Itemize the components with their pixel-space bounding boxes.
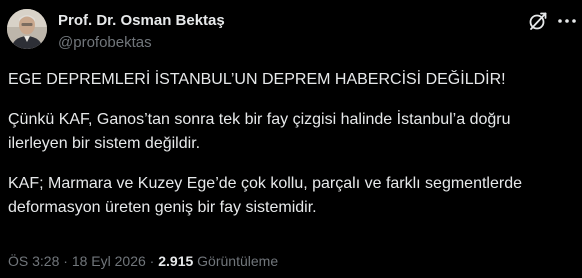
tweet-date[interactable]: 18 Eyl 2026: [72, 253, 146, 269]
author-block: Prof. Dr. Osman Bektaş @profobektas: [58, 12, 225, 52]
tweet-meta: ÖS 3:28 · 18 Eyl 2026 · 2.915 Görüntülem…: [8, 252, 278, 270]
tweet: Prof. Dr. Osman Bektaş @profobektas EGE …: [0, 0, 582, 278]
tweet-paragraph: Çünkü KAF, Ganos’tan sonra tek bir fay ç…: [8, 111, 511, 152]
tweet-paragraph-headline: EGE DEPREMLERİ İSTANBUL’UN DEPREM HABERC…: [8, 71, 506, 88]
grok-icon[interactable]: [527, 10, 549, 32]
meta-separator: ·: [149, 253, 155, 269]
views-count: 2.915: [158, 253, 194, 269]
avatar-image: [7, 9, 47, 49]
tweet-paragraph: KAF; Marmara ve Kuzey Ege’de çok kollu, …: [8, 175, 522, 216]
avatar[interactable]: [7, 9, 47, 49]
author-display-name[interactable]: Prof. Dr. Osman Bektaş: [58, 12, 225, 30]
meta-separator: ·: [63, 253, 68, 269]
more-icon[interactable]: [556, 10, 578, 32]
views-label: Görüntüleme: [197, 253, 279, 269]
tweet-time[interactable]: ÖS 3:28: [8, 253, 59, 269]
author-handle[interactable]: @profobektas: [58, 34, 225, 52]
tweet-text: EGE DEPREMLERİ İSTANBUL’UN DEPREM HABERC…: [8, 68, 574, 220]
